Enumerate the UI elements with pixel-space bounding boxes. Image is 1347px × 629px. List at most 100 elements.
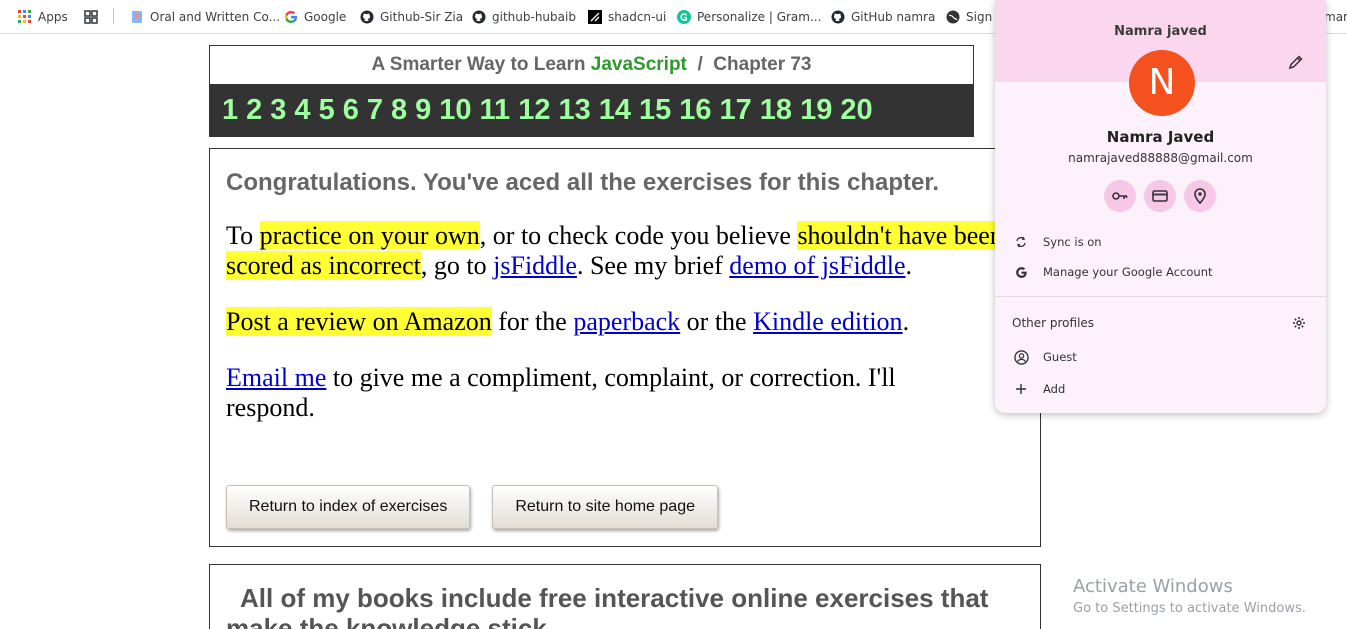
globe-icon (946, 10, 960, 24)
tab-grid-icon (84, 10, 98, 24)
text: , or to check code you believe (479, 221, 798, 250)
exercise-link-8[interactable]: 8 (391, 94, 407, 127)
exercise-link-5[interactable]: 5 (319, 94, 335, 127)
sync-row[interactable]: Sync is on (995, 227, 1326, 257)
exercise-link-19[interactable]: 19 (800, 94, 832, 127)
profile-menu: Namra javed N Namra Javed namrajaved8888… (995, 0, 1326, 413)
bookmark-label: Oral and Written Co... (150, 10, 281, 24)
exercise-link-18[interactable]: 18 (760, 94, 792, 127)
exercise-link-7[interactable]: 7 (367, 94, 383, 127)
bookmark-more[interactable]: mark (1324, 0, 1347, 33)
bookmark-grammarly[interactable]: Personalize | Gram... (677, 0, 822, 33)
exercise-link-16[interactable]: 16 (679, 94, 711, 127)
credit-card-icon (1152, 190, 1168, 202)
manage-account-label: Manage your Google Account (1043, 265, 1213, 279)
bookmark-tab-grid[interactable] (84, 0, 98, 33)
bookmark-label: Github-Sir Zia (380, 10, 464, 24)
key-icon (1112, 192, 1128, 200)
email-me-link[interactable]: Email me (226, 363, 326, 392)
bookmark-label: Apps (38, 10, 68, 24)
menu-divider (995, 296, 1326, 297)
pencil-icon[interactable] (1288, 54, 1304, 70)
bookmark-github-namra[interactable]: GitHub namra (831, 0, 936, 33)
github-icon (472, 10, 486, 24)
exercise-link-12[interactable]: 12 (518, 94, 550, 127)
add-label: Add (1043, 382, 1066, 396)
exercise-link-2[interactable]: 2 (246, 94, 262, 127)
bookmark-github-hubaib[interactable]: github-hubaib (472, 0, 576, 33)
guest-account-icon (1013, 349, 1029, 365)
title-javascript: JavaScript (590, 54, 687, 75)
books-promo: All of my books include free interactive… (209, 564, 1041, 629)
other-profiles-heading: Other profiles (1012, 316, 1095, 330)
bookmark-label: shadcn-ui (608, 10, 667, 24)
email-paragraph: Email me to give me a compliment, compla… (226, 363, 986, 423)
completion-panel: Congratulations. You've aced all the exe… (209, 148, 1041, 547)
text: . See my brief (576, 251, 730, 280)
exercise-link-13[interactable]: 13 (558, 94, 590, 127)
return-home-button[interactable]: Return to site home page (492, 485, 718, 529)
shadcn-icon (588, 10, 602, 24)
text: to give me a compliment, complaint, or c… (226, 363, 896, 422)
apps-grid-icon (18, 10, 31, 23)
exercise-link-9[interactable]: 9 (415, 94, 431, 127)
jsfiddle-link[interactable]: jsFiddle (493, 251, 577, 280)
exercise-link-6[interactable]: 6 (343, 94, 359, 127)
exercise-link-10[interactable]: 10 (439, 94, 471, 127)
manage-account-row[interactable]: Manage your Google Account (995, 257, 1326, 287)
text: To (226, 221, 260, 250)
exercise-link-4[interactable]: 4 (294, 94, 310, 127)
add-profile-row[interactable]: Add (995, 374, 1326, 404)
watermark-subtitle: Go to Settings to activate Windows. (1073, 601, 1306, 616)
plus-icon (1013, 381, 1029, 397)
bookmark-apps[interactable]: Apps (18, 0, 68, 33)
exercise-link-11[interactable]: 11 (480, 94, 511, 127)
paperback-link[interactable]: paperback (573, 307, 680, 336)
exercise-number-nav: 1 2 3 4 5 6 7 8 9 10 11 12 13 14 15 16 1… (210, 84, 973, 136)
chapter-title: A Smarter Way to Learn JavaScript / Chap… (210, 46, 973, 84)
bookmark-google[interactable]: Google (284, 0, 347, 33)
highlight: practice on your own (259, 221, 480, 250)
action-buttons: Return to index of exercises Return to s… (226, 485, 718, 529)
google-g-icon (1013, 264, 1029, 280)
bookmark-label: Personalize | Gram... (697, 10, 822, 24)
bookmark-label: mark (1324, 10, 1347, 24)
congrats-heading: Congratulations. You've aced all the exe… (226, 169, 940, 196)
exercise-link-14[interactable]: 14 (599, 94, 631, 127)
practice-paragraph: To practice on your own, or to check cod… (226, 221, 1016, 281)
sync-icon (1013, 234, 1029, 250)
avatar: N (1129, 50, 1195, 116)
title-separator: / (697, 54, 703, 75)
guest-profile-row[interactable]: Guest (995, 342, 1326, 372)
google-icon (284, 11, 297, 23)
jsfiddle-demo-link[interactable]: demo of jsFiddle (729, 251, 905, 280)
title-prefix: A Smarter Way to Learn (371, 54, 586, 75)
passwords-button[interactable] (1104, 180, 1136, 212)
bookmark-label: GitHub namra (851, 10, 936, 24)
text: . (902, 307, 910, 336)
exercise-link-20[interactable]: 20 (840, 94, 872, 127)
text: or the (680, 307, 754, 336)
return-index-button[interactable]: Return to index of exercises (226, 485, 471, 529)
exercise-link-15[interactable]: 15 (639, 94, 671, 127)
gear-icon[interactable] (1292, 316, 1306, 330)
bookmark-github-sir-zia[interactable]: Github-Sir Zia (360, 0, 464, 33)
title-chapter: Chapter 73 (713, 54, 812, 75)
bookmark-shadcn[interactable]: shadcn-ui (588, 0, 667, 33)
profile-full-name: Namra Javed (1106, 128, 1215, 146)
bookmark-oral-written[interactable]: Oral and Written Co... (130, 0, 281, 33)
review-paragraph: Post a review on Amazon for the paperbac… (226, 307, 1016, 337)
exercise-link-3[interactable]: 3 (270, 94, 286, 127)
text: . (905, 251, 913, 280)
exercise-link-17[interactable]: 17 (720, 94, 752, 127)
exercise-link-1[interactable]: 1 (222, 94, 238, 127)
bookmark-sign-in[interactable]: Sign i (946, 0, 999, 33)
payment-methods-button[interactable] (1144, 180, 1176, 212)
addresses-button[interactable] (1184, 180, 1216, 212)
doc-icon (132, 11, 142, 23)
highlight: Post a review on Amazon (226, 307, 492, 336)
bookmark-label: Google (304, 10, 347, 24)
profile-email: namrajaved88888@gmail.com (1068, 151, 1253, 165)
kindle-link[interactable]: Kindle edition (753, 307, 902, 336)
bookmark-label: github-hubaib (492, 10, 576, 24)
